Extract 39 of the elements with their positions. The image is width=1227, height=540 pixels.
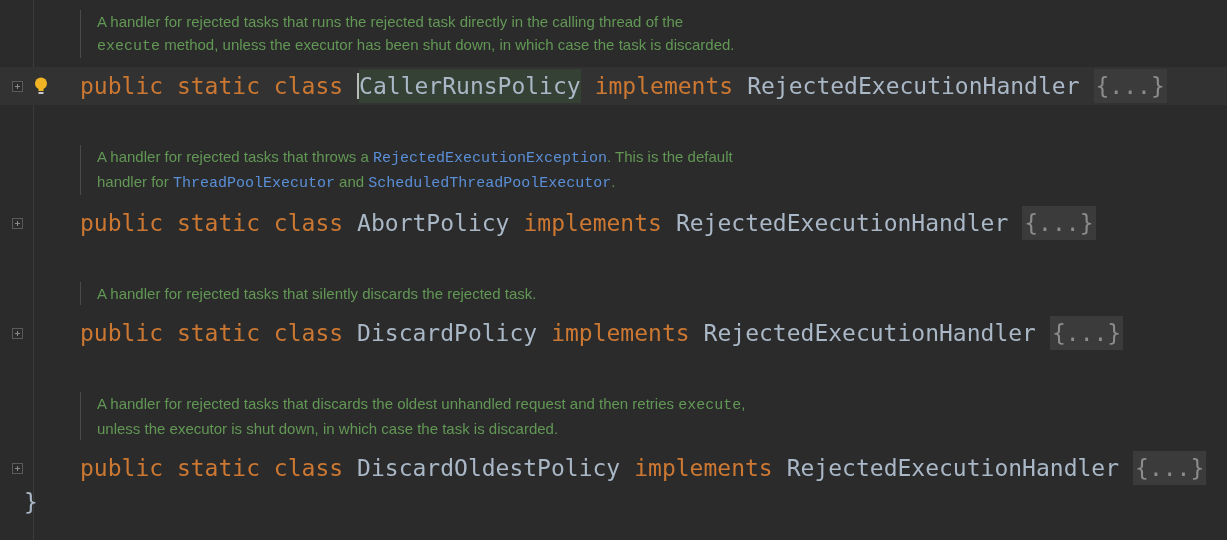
doc-comment-line: execute method, unless the executor has been shut down, in which case the task is discarded. xyxy=(97,35,736,57)
doc-link[interactable]: ThreadPoolExecutor xyxy=(172,175,335,192)
keyword: implements xyxy=(594,71,734,101)
doc-comment-line: handler for ThreadPoolExecutor and ScheduledThreadPoolExecutor. xyxy=(97,172,617,194)
folded-code[interactable]: {...} xyxy=(1133,450,1207,486)
class-name: DiscardPolicy xyxy=(357,318,538,348)
text-cursor xyxy=(357,73,360,99)
doc-comment-line: A handler for rejected tasks that throws a RejectedExecutionException. This is the default xyxy=(97,147,734,169)
fold-expand-icon[interactable] xyxy=(11,327,23,339)
closing-brace: } xyxy=(24,487,38,517)
doc-comment-line: A handler for rejected tasks that discards the oldest unhandled request and then retries execute, xyxy=(97,394,747,416)
lightbulb-icon[interactable] xyxy=(34,77,48,95)
class-name: CallerRunsPolicy xyxy=(359,68,581,104)
fold-expand-icon[interactable] xyxy=(11,217,23,229)
doc-comment-line: A handler for rejected tasks that silently discards the rejected task. xyxy=(97,284,538,304)
keyword: public static class xyxy=(80,71,344,101)
fold-expand-icon[interactable] xyxy=(11,80,23,92)
keyword: implements xyxy=(634,453,773,483)
class-name: AbortPolicy xyxy=(357,208,510,238)
doc-comment-line: A handler for rejected tasks that runs the rejected task directly in the calling thread of the xyxy=(97,12,685,32)
inline-code: execute xyxy=(97,38,160,55)
keyword: implements xyxy=(523,208,662,238)
keyword: implements xyxy=(551,318,690,348)
folded-code[interactable]: {...} xyxy=(1093,68,1167,104)
interface-name: RejectedExecutionHandler xyxy=(747,71,1080,101)
doc-link[interactable]: ScheduledThreadPoolExecutor xyxy=(368,175,612,192)
interface-name: RejectedExecutionHandler xyxy=(786,453,1120,483)
doc-link[interactable]: RejectedExecutionException xyxy=(373,150,608,167)
class-name: DiscardOldestPolicy xyxy=(357,453,621,483)
keyword: public static class xyxy=(80,318,344,348)
fold-expand-icon[interactable] xyxy=(11,462,23,474)
keyword: public static class xyxy=(80,208,344,238)
interface-name: RejectedExecutionHandler xyxy=(703,318,1036,348)
folded-code[interactable]: {...} xyxy=(1022,205,1096,241)
interface-name: RejectedExecutionHandler xyxy=(675,208,1009,238)
folded-code[interactable]: {...} xyxy=(1049,315,1124,351)
inline-code: execute xyxy=(678,397,742,414)
keyword: public static class xyxy=(80,453,344,483)
doc-comment-line: unless the executor is shut down, in which case the task is discarded. xyxy=(97,419,560,439)
